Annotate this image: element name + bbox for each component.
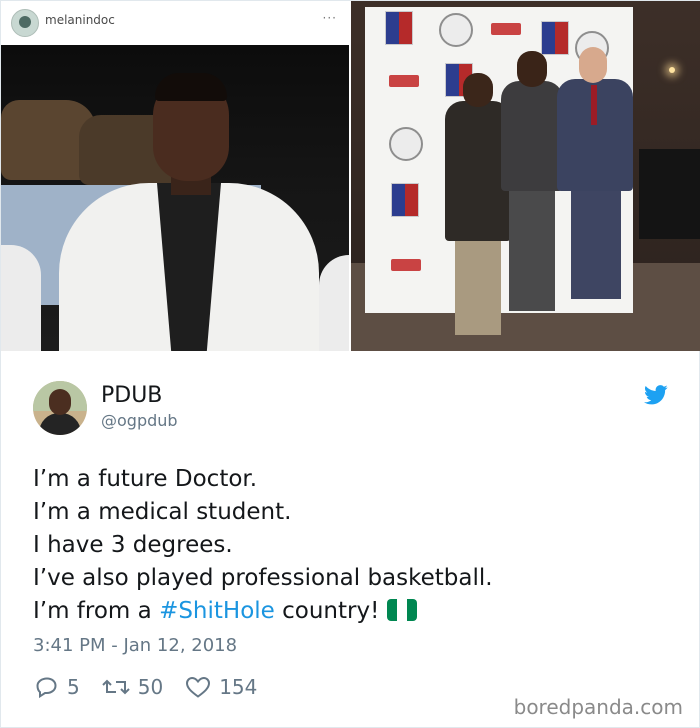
tweet-text-prefix: I’m from a bbox=[33, 598, 160, 624]
instagram-header: melanindoc ··· bbox=[1, 1, 349, 46]
hair-shape bbox=[155, 73, 227, 101]
person-head-shape bbox=[517, 51, 547, 87]
red-bull-logo-icon bbox=[389, 75, 419, 87]
like-button[interactable]: 154 bbox=[185, 675, 257, 699]
twitter-bird-icon[interactable] bbox=[644, 385, 668, 405]
nba-logo-icon bbox=[541, 21, 569, 55]
author-display-name[interactable]: PDUB bbox=[101, 383, 162, 408]
person-legs-shape bbox=[509, 187, 555, 311]
photo-left[interactable]: melanindoc ··· bbox=[1, 1, 349, 351]
tweet-actions: 5 50 154 bbox=[35, 673, 279, 701]
retweet-icon bbox=[102, 679, 130, 695]
tweet-card: melanindoc ··· PDUB @ogpdub I’m a future… bbox=[0, 0, 700, 728]
tweet-line: I have 3 degrees. bbox=[33, 532, 233, 558]
reply-icon bbox=[36, 677, 57, 699]
nba-logo-icon bbox=[385, 11, 413, 45]
table-shape bbox=[639, 149, 700, 239]
tie-shape bbox=[591, 85, 597, 125]
reply-button[interactable]: 5 bbox=[35, 675, 80, 699]
retweet-button[interactable]: 50 bbox=[102, 675, 163, 699]
ea-sports-logo-icon bbox=[389, 127, 423, 161]
tweet-text-suffix: country! bbox=[274, 598, 380, 624]
tweet-line-last: I’m from a #ShitHole country! bbox=[33, 595, 673, 628]
avatar-face-shape bbox=[49, 389, 71, 415]
author-handle[interactable]: @ogpdub bbox=[101, 411, 178, 430]
instagram-username: melanindoc bbox=[45, 13, 115, 27]
more-options-icon: ··· bbox=[322, 11, 337, 25]
avatar-body-shape bbox=[39, 413, 81, 435]
ea-sports-logo-icon bbox=[439, 13, 473, 47]
person-legs-shape bbox=[571, 187, 621, 299]
instagram-avatar bbox=[11, 9, 39, 37]
hashtag-link[interactable]: #ShitHole bbox=[159, 598, 275, 624]
tweet-text: I’m a future Doctor. I’m a medical stude… bbox=[33, 463, 673, 628]
red-bull-logo-icon bbox=[391, 259, 421, 271]
side-person-shape bbox=[319, 255, 349, 351]
side-person-shape bbox=[1, 245, 41, 351]
like-count: 154 bbox=[219, 675, 258, 699]
author-avatar[interactable] bbox=[33, 381, 87, 435]
retweet-count: 50 bbox=[137, 675, 164, 699]
red-bull-logo-icon bbox=[491, 23, 521, 35]
person-body-shape bbox=[501, 81, 563, 191]
photo-right[interactable] bbox=[351, 1, 700, 351]
tweet-line: I’ve also played professional basketball… bbox=[33, 565, 493, 591]
nigeria-flag-icon bbox=[387, 599, 418, 621]
tweet-line: I’m a medical student. bbox=[33, 499, 292, 525]
tweet-photos[interactable]: melanindoc ··· bbox=[1, 1, 700, 351]
nba-logo-icon bbox=[391, 183, 419, 217]
heart-icon bbox=[186, 676, 211, 698]
photo-doctor-scene bbox=[1, 45, 349, 351]
tweet-timestamp[interactable]: 3:41 PM - Jan 12, 2018 bbox=[33, 635, 237, 656]
wall-light-shape bbox=[669, 67, 675, 73]
person-head-shape bbox=[579, 47, 607, 83]
watermark: boredpanda.com bbox=[513, 695, 683, 719]
reply-count: 5 bbox=[67, 675, 80, 699]
tweet-line: I’m a future Doctor. bbox=[33, 466, 258, 492]
person-legs-shape bbox=[455, 235, 501, 335]
person-head-shape bbox=[463, 73, 493, 107]
